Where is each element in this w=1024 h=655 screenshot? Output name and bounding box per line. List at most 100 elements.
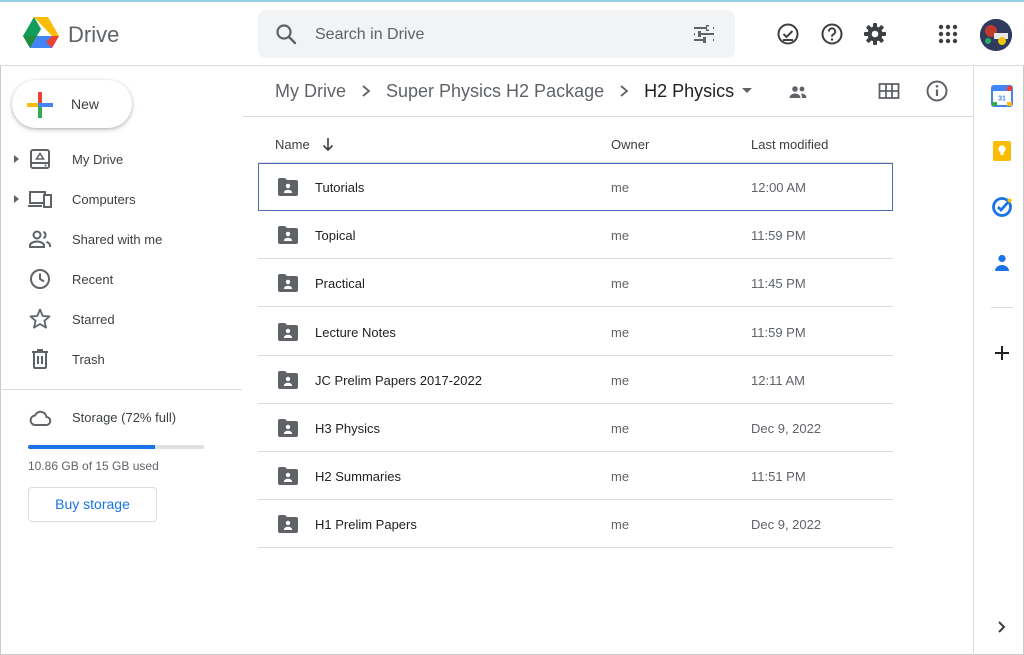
new-button[interactable]: New — [12, 80, 132, 128]
new-button-label: New — [71, 96, 100, 112]
file-owner: me — [611, 325, 630, 340]
settings-icon[interactable] — [862, 21, 888, 47]
dropdown-arrow-icon[interactable] — [742, 88, 753, 94]
ready-for-offline-icon[interactable] — [775, 21, 801, 47]
apps-grid-icon[interactable] — [935, 21, 961, 47]
file-owner: me — [611, 276, 630, 291]
shared-folder-icon — [278, 371, 298, 389]
column-header-name[interactable]: Name — [275, 137, 310, 152]
file-name: H2 Summaries — [315, 469, 401, 484]
sidebar-divider — [0, 389, 242, 390]
table-row[interactable]: Practical me 11:45 PM — [258, 259, 893, 307]
cloud-icon — [29, 410, 52, 426]
add-icon[interactable] — [991, 342, 1013, 364]
star-icon — [29, 308, 51, 329]
expand-panel-icon[interactable] — [991, 616, 1013, 638]
column-header-last-modified[interactable]: Last modified — [751, 137, 828, 152]
breadcrumb: My Drive Super Physics H2 Package H2 Phy… — [275, 79, 753, 103]
clock-icon — [30, 269, 50, 289]
sidebar-item-label: Trash — [72, 352, 105, 367]
my-drive-icon — [30, 149, 50, 169]
file-name: Topical — [315, 228, 356, 243]
shared-folder-icon — [278, 226, 298, 244]
storage-progress-fill — [28, 445, 155, 449]
search-icon[interactable] — [274, 22, 298, 46]
table-row[interactable]: H1 Prelim Papers me Dec 9, 2022 — [258, 500, 893, 548]
chevron-right-icon — [620, 85, 629, 97]
sidebar-item-computers[interactable]: Computers — [0, 179, 242, 219]
file-owner: me — [611, 180, 630, 195]
file-last-modified: 11:51 PM — [751, 469, 806, 484]
breadcrumb-current-folder[interactable]: H2 Physics — [644, 81, 734, 102]
keep-icon[interactable] — [991, 140, 1013, 162]
file-owner: me — [611, 469, 630, 484]
sidebar-item-my-drive[interactable]: My Drive — [0, 139, 242, 179]
expand-arrow-icon[interactable] — [12, 153, 20, 165]
file-last-modified: Dec 9, 2022 — [751, 517, 822, 532]
file-last-modified: 11:45 PM — [751, 276, 806, 291]
file-owner: me — [611, 421, 630, 436]
storage-label[interactable]: Storage (72% full) — [72, 410, 176, 425]
chevron-right-icon — [362, 85, 371, 97]
breadcrumb-item-my-drive[interactable]: My Drive — [275, 81, 346, 102]
table-row[interactable]: H3 Physics me Dec 9, 2022 — [258, 404, 893, 452]
breadcrumb-item-package[interactable]: Super Physics H2 Package — [386, 81, 604, 102]
file-last-modified: 11:59 PM — [751, 325, 806, 340]
tasks-icon[interactable] — [991, 196, 1013, 218]
search-input[interactable]: Search in Drive — [315, 26, 424, 44]
sidebar-item-label: Starred — [72, 312, 115, 327]
file-name: H3 Physics — [315, 421, 381, 436]
shared-folder-icon — [278, 323, 298, 341]
sidebar-item-trash[interactable]: Trash — [0, 339, 242, 379]
info-icon[interactable] — [925, 79, 949, 103]
sort-arrow-down-icon[interactable] — [320, 136, 336, 152]
sidebar-item-label: Recent — [72, 272, 114, 287]
expand-arrow-icon[interactable] — [12, 193, 20, 205]
sidebar-item-label: My Drive — [72, 152, 124, 167]
sidebar-item-recent[interactable]: Recent — [0, 259, 242, 299]
grid-view-icon[interactable] — [877, 79, 901, 103]
sidebar-item-label: Computers — [72, 192, 136, 207]
file-owner: me — [611, 373, 630, 388]
trash-icon — [32, 349, 48, 369]
table-row[interactable]: Lecture Notes me 11:59 PM — [258, 308, 893, 356]
avatar-image-icon — [980, 19, 1012, 51]
people-icon — [29, 230, 51, 248]
app-name[interactable]: Drive — [68, 22, 119, 48]
side-panel-divider — [991, 307, 1013, 308]
shared-folder-icon — [278, 178, 298, 196]
file-name: H1 Prelim Papers — [315, 517, 417, 532]
table-row[interactable]: H2 Summaries me 11:51 PM — [258, 452, 893, 500]
contacts-icon[interactable] — [991, 252, 1013, 274]
column-header-owner[interactable]: Owner — [611, 137, 649, 152]
file-last-modified: Dec 9, 2022 — [751, 421, 822, 436]
multicolor-plus-icon — [27, 92, 53, 118]
file-name: Tutorials — [315, 180, 365, 195]
file-last-modified: 11:59 PM — [751, 228, 806, 243]
file-name: Lecture Notes — [315, 325, 396, 340]
side-panel: 31 — [973, 67, 1024, 655]
google-drive-logo-icon[interactable] — [22, 16, 60, 50]
file-owner: me — [611, 517, 630, 532]
tune-icon[interactable] — [692, 22, 716, 46]
table-row[interactable]: Tutorials me 12:00 AM — [258, 163, 893, 211]
file-name: Practical — [315, 276, 365, 291]
search-bar[interactable]: Search in Drive — [258, 10, 735, 58]
shared-folder-icon — [278, 419, 298, 437]
sidebar-item-label: Shared with me — [72, 232, 163, 247]
storage-progress-bar — [28, 445, 204, 449]
help-icon[interactable] — [819, 21, 845, 47]
file-last-modified: 12:11 AM — [751, 373, 805, 388]
file-owner: me — [611, 228, 630, 243]
buy-storage-button[interactable]: Buy storage — [28, 487, 157, 522]
shared-folder-icon — [278, 467, 298, 485]
file-last-modified: 12:00 AM — [751, 180, 806, 195]
sidebar-item-shared-with-me[interactable]: Shared with me — [0, 219, 242, 259]
calendar-icon[interactable]: 31 — [991, 85, 1013, 107]
file-name: JC Prelim Papers 2017-2022 — [315, 373, 482, 388]
shared-folder-people-icon[interactable] — [786, 80, 810, 104]
table-row[interactable]: Topical me 11:59 PM — [258, 211, 893, 259]
sidebar-item-starred[interactable]: Starred — [0, 299, 242, 339]
account-avatar[interactable] — [980, 19, 1012, 51]
table-row[interactable]: JC Prelim Papers 2017-2022 me 12:11 AM — [258, 356, 893, 404]
